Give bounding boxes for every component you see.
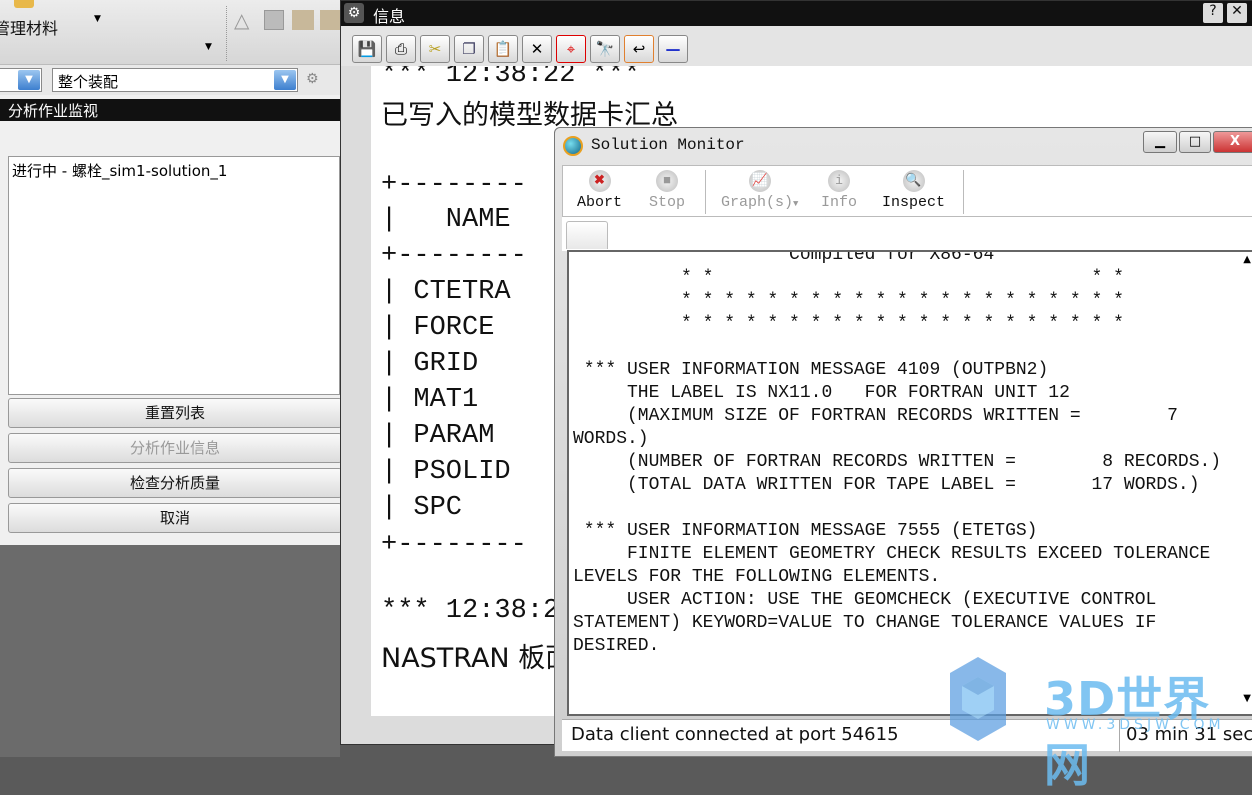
window-title: 信息 [373,7,406,26]
assembly-icon[interactable]: ⚙ [306,71,319,87]
timestamp: *** 12:38:22 *** [381,66,641,90]
tab-log[interactable] [566,221,608,249]
top-toolbar: 管理材料 ▼ ▼ △ [0,0,340,65]
job-list[interactable]: 进行中 - 螺栓_sim1-solution_1 [8,156,340,395]
wrap-icon[interactable]: ↩ [624,35,654,63]
info-button[interactable]: i Info [821,170,857,211]
panel-title: 分析作业监视 [0,99,340,121]
maximize-button[interactable]: □ [1179,131,1211,153]
scroll-up-icon[interactable]: ▲ [1243,254,1251,265]
timestamp: *** 12:38:2 [381,596,560,626]
graph-icon: 📈 [748,170,771,192]
close-button[interactable]: ✕ [1227,3,1247,23]
inspect-button[interactable]: 🔍 Inspect [882,170,945,211]
left-panel: 管理材料 ▼ ▼ △ ▼ 整个装配 ▼ ⚙ 分析作业监视 进行中 - 螺栓_sim… [0,0,342,757]
grid-icon[interactable] [264,10,284,30]
check-quality-button[interactable]: 检查分析质量 [8,468,342,498]
info-icon: i [828,170,850,192]
info-toolbar: 💾 ⎙ ✂ ❐ 📋 ✕ ⌖ 🔭 ↩ — [341,26,1252,66]
filter-dropdown[interactable]: ▼ [0,68,42,92]
toolbar-divider [963,170,964,214]
copy-icon[interactable]: ❐ [454,35,484,63]
assembly-value: 整个装配 [58,73,119,91]
table-border: +-------- [381,241,527,271]
print-icon[interactable]: ⎙ [386,35,416,63]
folder-icon[interactable] [292,10,314,30]
tab-strip [562,217,1252,251]
minimize-icon[interactable]: — [658,35,688,63]
watermark-url: WWW.3DSJW.COM [1046,717,1225,733]
table-row: | GRID [381,349,479,379]
status-text: Data client connected at port 54615 [571,724,899,745]
monitor-toolbar: ✖ Abort ■ Stop 📈 Graph(s)▼ i Info 🔍 Inspect [562,165,1252,217]
help-button[interactable]: ? [1203,3,1223,23]
cancel-button[interactable]: 取消 [8,503,342,533]
stop-icon: ■ [656,170,678,192]
toolbar-divider [705,170,706,214]
table-header: | NAME [381,205,511,235]
abort-icon: ✖ [588,170,611,192]
table-border: +-------- [381,170,527,200]
clear-icon[interactable]: ✕ [522,35,552,63]
close-button[interactable]: X [1213,131,1252,153]
window-title: Solution Monitor [591,136,745,154]
table-row: | PSOLID [381,457,511,487]
paste-icon[interactable]: 📋 [488,35,518,63]
log-output[interactable]: * * Compiled for X86-64 * * * * * * * * … [567,250,1252,716]
cut-icon[interactable]: ✂ [420,35,450,63]
chevron-down-icon[interactable]: ▼ [94,14,101,24]
inspect-icon: 🔍 [902,170,925,192]
save-icon[interactable]: 💾 [352,35,382,63]
stop-button[interactable]: ■ Stop [649,170,685,211]
table-row: | PARAM [381,421,495,451]
toolbar-divider [226,6,227,61]
folder-icon[interactable] [320,10,340,30]
watermark: 3D世界网 WWW.3DSJW.COM [948,655,1252,792]
job-info-button[interactable]: 分析作业信息 [8,433,342,463]
triangle-icon[interactable]: △ [234,8,249,32]
graphs-button[interactable]: 📈 Graph(s)▼ [721,170,798,211]
nastran-line: NASTRAN 板面 [381,643,573,674]
abort-button[interactable]: ✖ Abort [577,170,622,211]
manage-materials-button[interactable]: 管理材料 [0,15,58,39]
list-item[interactable]: 进行中 - 螺栓_sim1-solution_1 [12,160,336,181]
chevron-down-icon: ▼ [793,199,799,209]
table-row: | CTETRA [381,277,511,307]
gear-icon[interactable]: ⚙ [344,3,364,23]
chevron-down-icon[interactable]: ▼ [274,70,296,90]
table-row: | FORCE [381,313,495,343]
reset-list-button[interactable]: 重置列表 [8,398,342,428]
log-text: * * Compiled for X86-64 * * * * * * * * … [573,250,1222,656]
table-row: | SPC [381,493,463,523]
find-icon[interactable]: 🔭 [590,35,620,63]
chevron-down-icon[interactable]: ▼ [205,42,212,52]
selection-row: ▼ 整个装配 ▼ ⚙ [0,65,340,95]
target-icon[interactable]: ⌖ [556,35,586,63]
title-bar: ⚙ 信息 ? ✕ [341,1,1252,26]
minimize-button[interactable]: ▁ [1143,131,1177,153]
table-row: | MAT1 [381,385,479,415]
app-icon [563,136,583,156]
material-icon [14,0,34,8]
assembly-dropdown[interactable]: 整个装配 ▼ [52,68,298,92]
chevron-down-icon[interactable]: ▼ [18,70,40,90]
table-border: +-------- [381,530,527,560]
